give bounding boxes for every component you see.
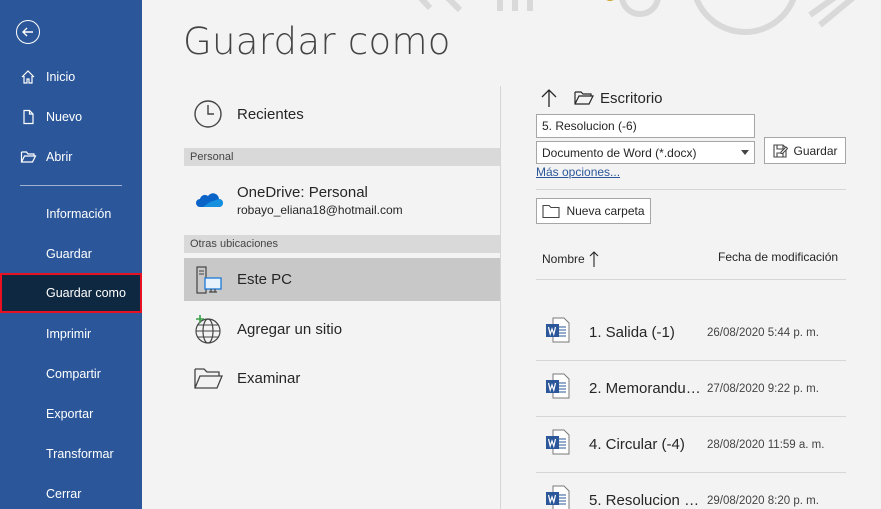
- nav-transformar[interactable]: Transformar: [0, 434, 142, 474]
- file-row[interactable]: 2. Memorandum (-2) 27/08/2020 9:22 p. m.: [536, 361, 846, 417]
- nav-imprimir[interactable]: Imprimir: [0, 314, 142, 354]
- save-icon: [772, 143, 789, 159]
- globe-add-icon: [188, 309, 228, 349]
- divider: [536, 189, 846, 190]
- section-header-otras: Otras ubicaciones: [184, 235, 500, 253]
- section-header-personal: Personal: [184, 148, 500, 166]
- nav-guardar[interactable]: Guardar: [0, 234, 142, 274]
- word-document-icon: [545, 484, 571, 509]
- account-email: robayo_eliana18@hotmail.com: [237, 202, 403, 217]
- save-label: Guardar: [793, 143, 838, 158]
- file-modified: 28/08/2020 11:59 a. m.: [707, 438, 825, 451]
- nav-label: Inicio: [46, 70, 76, 84]
- nav-informacion[interactable]: Información: [0, 194, 142, 234]
- home-icon: [20, 69, 44, 85]
- page-title: Guardar como: [183, 20, 451, 63]
- file-name: 2. Memorandum (-2): [589, 380, 701, 397]
- back-button[interactable]: [16, 20, 40, 44]
- onedrive-cloud-icon: [188, 180, 228, 220]
- file-modified: 26/08/2020 5:44 p. m.: [707, 326, 819, 339]
- new-folder-icon: [542, 204, 561, 219]
- location-onedrive[interactable]: OneDrive: Personal robayo_eliana18@hotma…: [184, 176, 500, 224]
- nav-label: Guardar: [46, 247, 92, 261]
- location-label: Este PC: [237, 271, 293, 288]
- column-label: Nombre: [542, 252, 585, 266]
- new-folder-label: Nueva carpeta: [566, 204, 645, 218]
- onedrive-text: OneDrive: Personal robayo_eliana18@hotma…: [237, 184, 403, 217]
- nav-label: Exportar: [46, 407, 94, 421]
- column-header-name[interactable]: Nombre: [542, 250, 599, 268]
- nav-abrir[interactable]: Abrir: [0, 137, 142, 177]
- location-este-pc[interactable]: Este PC: [184, 258, 500, 301]
- word-document-icon: [545, 316, 571, 349]
- nav-label: Información: [46, 207, 112, 221]
- file-modified: 29/08/2020 8:20 p. m.: [707, 494, 819, 507]
- clock-icon: [188, 94, 228, 134]
- arrow-left-circle-icon: [22, 27, 33, 37]
- nav-inicio[interactable]: Inicio: [0, 57, 142, 97]
- column-header-modified[interactable]: Fecha de modificación: [718, 250, 838, 264]
- location-label: Recientes: [237, 105, 304, 123]
- open-folder-icon: [20, 149, 44, 165]
- nav-label: Imprimir: [46, 327, 92, 341]
- more-options-link[interactable]: Más opciones...: [536, 165, 620, 179]
- location-examinar[interactable]: Examinar: [184, 358, 500, 398]
- file-name: 5. Resolucion (-6): [589, 492, 701, 509]
- new-folder-button[interactable]: Nueva carpeta: [536, 198, 651, 224]
- location-label: Agregar un sitio: [237, 320, 343, 338]
- folder-icon: [574, 90, 594, 106]
- file-name: 4. Circular (-4): [589, 436, 685, 453]
- filetype-select[interactable]: Documento de Word (*.docx): [536, 141, 755, 164]
- up-arrow-icon[interactable]: [540, 88, 558, 108]
- divider: [536, 279, 846, 280]
- nav-exportar[interactable]: Exportar: [0, 394, 142, 434]
- nav-label: Guardar como: [46, 286, 126, 300]
- nav-label: Abrir: [46, 150, 73, 164]
- save-button[interactable]: Guardar: [764, 137, 846, 164]
- nav-compartir[interactable]: Compartir: [0, 354, 142, 394]
- chevron-down-icon: [741, 150, 749, 155]
- file-row[interactable]: 4. Circular (-4) 28/08/2020 11:59 a. m.: [536, 417, 846, 473]
- nav-guardar-como[interactable]: Guardar como: [0, 273, 142, 313]
- file-name: 1. Salida (-1): [589, 324, 675, 341]
- file-row[interactable]: 1. Salida (-1) 26/08/2020 5:44 p. m.: [536, 305, 846, 361]
- file-row[interactable]: 5. Resolucion (-6) 29/08/2020 8:20 p. m.: [536, 473, 846, 509]
- pane-divider: [500, 86, 501, 509]
- nav-label: Transformar: [46, 447, 114, 461]
- location-agregar-sitio[interactable]: Agregar un sitio: [184, 309, 500, 349]
- current-folder-label[interactable]: Escritorio: [600, 90, 663, 107]
- sort-ascending-icon: [589, 250, 599, 268]
- nav-cerrar[interactable]: Cerrar: [0, 474, 142, 509]
- header-decoration: [418, 0, 856, 35]
- new-document-icon: [20, 109, 44, 125]
- nav-nuevo[interactable]: Nuevo: [0, 97, 142, 137]
- nav-label: Cerrar: [46, 487, 82, 501]
- nav-label: Compartir: [46, 367, 101, 381]
- file-modified: 27/08/2020 9:22 p. m.: [707, 382, 819, 395]
- location-recientes[interactable]: Recientes: [184, 94, 500, 134]
- computer-icon: [188, 260, 228, 300]
- nav-label: Nuevo: [46, 110, 83, 124]
- column-label: Fecha de modificación: [718, 250, 839, 264]
- nav-divider: [20, 185, 122, 186]
- backstage-sidebar: Inicio Nuevo Abrir Información Guardar G…: [0, 0, 142, 509]
- word-document-icon: [545, 428, 571, 461]
- location-label: OneDrive: Personal: [237, 183, 368, 201]
- folder-open-icon: [188, 358, 228, 398]
- filetype-value: Documento de Word (*.docx): [542, 145, 697, 160]
- filename-input[interactable]: [536, 114, 755, 138]
- word-document-icon: [545, 372, 571, 405]
- folder-path: Escritorio: [540, 88, 663, 108]
- location-label: Examinar: [237, 369, 301, 387]
